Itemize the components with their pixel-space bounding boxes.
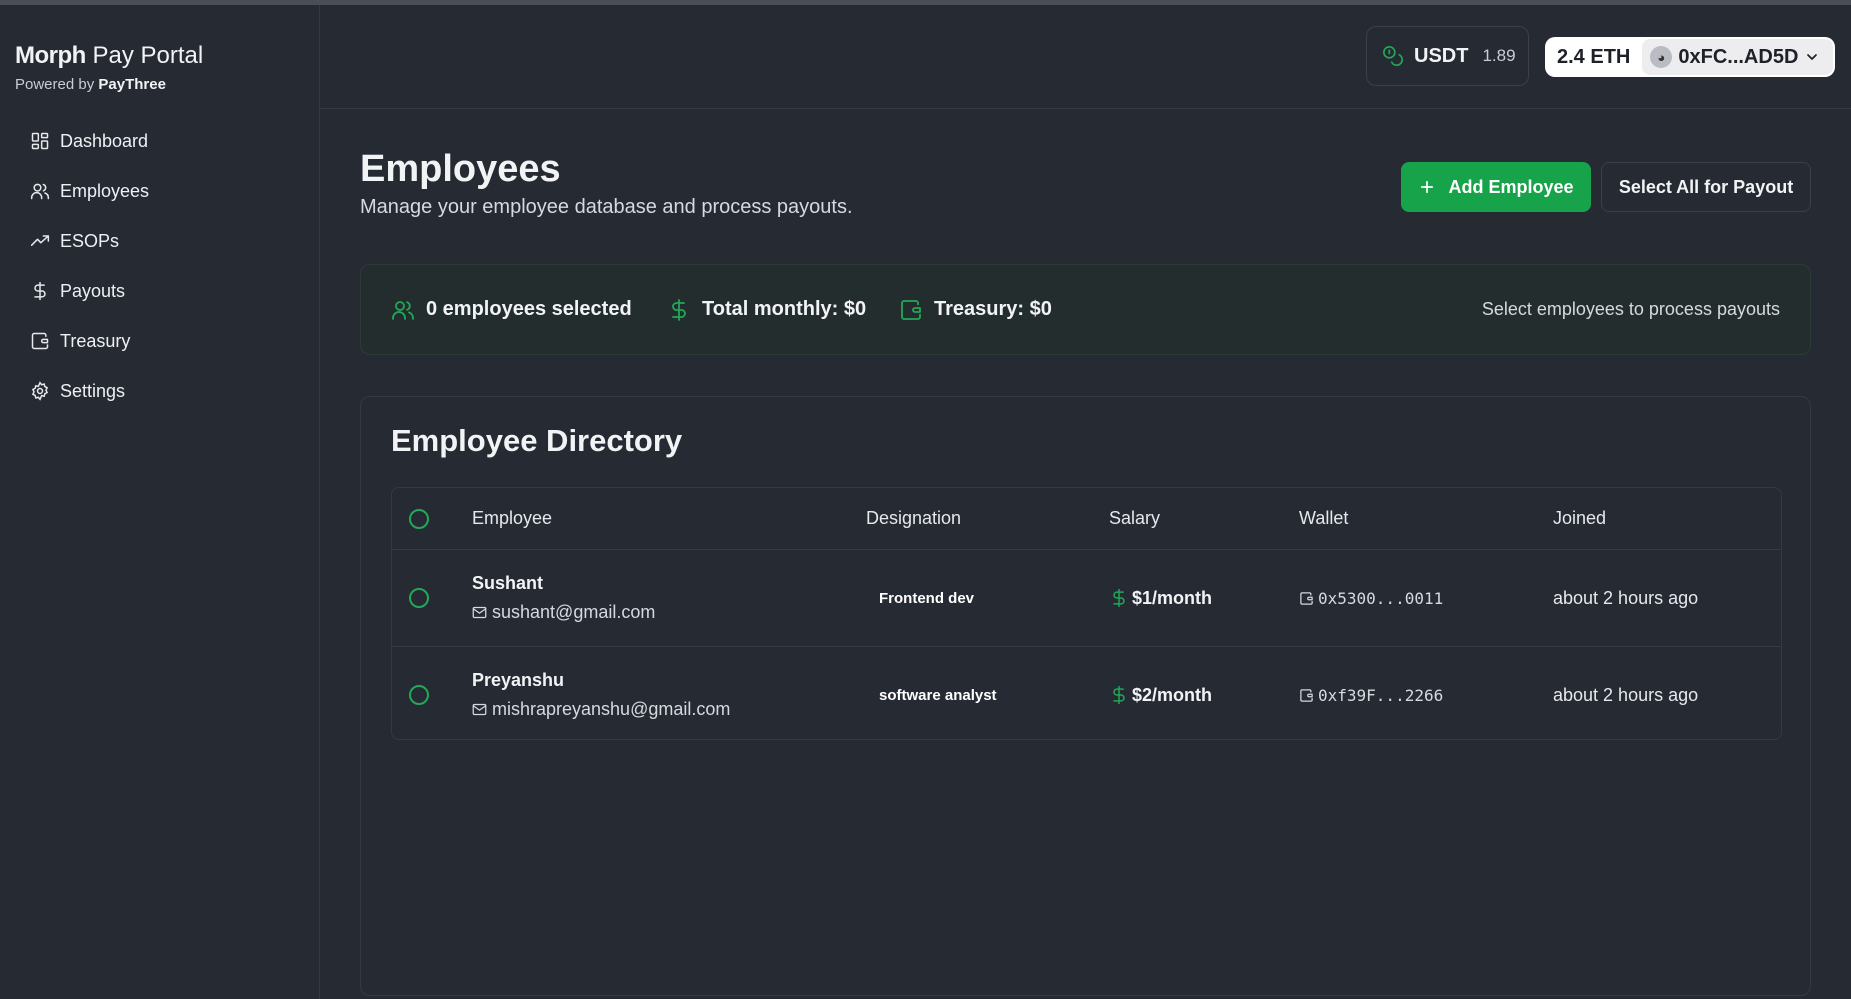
- employee-cell: Preyanshu mishrapreyanshu@gmail.com: [472, 647, 730, 743]
- wallet-icon: [1300, 688, 1313, 702]
- employee-email: sushant@gmail.com: [472, 602, 655, 623]
- row-checkbox[interactable]: [409, 588, 429, 608]
- employee-name: Sushant: [472, 573, 544, 593]
- payout-summary-bar: 0 employees selected Total monthly: $0 T…: [360, 264, 1811, 355]
- total-monthly: Total monthly: $0: [667, 265, 866, 354]
- dollar-icon: [672, 298, 686, 321]
- table-row[interactable]: Preyanshu mishrapreyanshu@gmail.com soft…: [392, 647, 1781, 743]
- add-employee-button[interactable]: Add Employee: [1401, 162, 1591, 212]
- column-header-salary[interactable]: Salary: [1109, 488, 1160, 549]
- app-title-bold: Morph: [15, 42, 86, 69]
- sidebar-item-esops[interactable]: ESOPs: [16, 221, 306, 261]
- powered-by-name: PayThree: [98, 76, 166, 93]
- topbar: USDT 1.89 2.4 ETH ◕ 0xFC...AD5D: [320, 5, 1851, 109]
- dollar-icon: [34, 281, 46, 301]
- joined-cell: about 2 hours ago: [1553, 587, 1699, 608]
- brand: Morph Pay Portal Powered by PayThree: [15, 41, 203, 93]
- row-checkbox[interactable]: [409, 685, 429, 705]
- employee-table: Employee Designation Salary Wallet Joine…: [391, 487, 1782, 740]
- treasury-balance: Treasury: $0: [899, 265, 1052, 354]
- table-header: Employee Designation Salary Wallet Joine…: [392, 488, 1781, 550]
- select-all-cell: [409, 488, 429, 549]
- salary-text: $2/month: [1132, 684, 1213, 705]
- select-all-checkbox[interactable]: [409, 508, 429, 529]
- sidebar-item-dashboard[interactable]: Dashboard: [16, 121, 306, 161]
- employee-email-text: sushant@gmail.com: [492, 602, 656, 622]
- salary-cell: $2/month: [1109, 647, 1212, 743]
- wallet-connect-button[interactable]: 2.4 ETH ◕ 0xFC...AD5D: [1545, 37, 1835, 77]
- app-title[interactable]: Morph Pay Portal: [15, 41, 203, 71]
- mail-icon: [472, 703, 487, 716]
- chevron-down-icon: [1807, 54, 1818, 60]
- token-balance-pill[interactable]: USDT 1.89: [1366, 26, 1529, 86]
- wallet-icon: [1300, 591, 1313, 605]
- dollar-icon: [1113, 588, 1125, 608]
- page-title: Employees: [360, 148, 561, 190]
- trending-up-icon: [30, 235, 50, 246]
- account-address: 0xFC...AD5D: [1678, 45, 1799, 68]
- treasury-balance-text: Treasury: $0: [934, 298, 1052, 320]
- total-monthly-text: Total monthly: $0: [702, 298, 867, 320]
- column-header-wallet[interactable]: Wallet: [1299, 488, 1348, 549]
- users-icon: [392, 300, 414, 320]
- sidebar-item-label: Employees: [60, 180, 150, 201]
- row-select-cell: [409, 647, 429, 743]
- column-header-employee[interactable]: Employee: [472, 488, 552, 549]
- column-header-designation[interactable]: Designation: [866, 488, 961, 549]
- wallet-cell: 0xf39F...2266: [1299, 647, 1443, 743]
- sidebar-item-label: Dashboard: [60, 130, 149, 151]
- sidebar-nav: Dashboard Employees ESOPs Payouts Treasu…: [16, 121, 306, 421]
- employee-email-text: mishrapreyanshu@gmail.com: [492, 699, 731, 719]
- directory-title: Employee Directory: [391, 423, 683, 458]
- salary-text: $1/month: [1132, 587, 1213, 608]
- powered-by-prefix: Powered by: [15, 76, 99, 93]
- app-title-rest: Pay Portal: [85, 42, 204, 69]
- mail-icon: [472, 606, 487, 619]
- salary-cell: $1/month: [1109, 550, 1212, 646]
- sidebar: Morph Pay Portal Powered by PayThree Das…: [0, 5, 320, 999]
- sidebar-item-settings[interactable]: Settings: [16, 371, 306, 411]
- payout-hint: Select employees to process payouts: [1481, 299, 1780, 319]
- sidebar-item-employees[interactable]: Employees: [16, 171, 306, 211]
- gear-icon: [31, 381, 49, 401]
- sidebar-item-label: Treasury: [60, 330, 131, 351]
- dollar-icon: [1113, 685, 1125, 705]
- wallet-icon: [31, 332, 49, 350]
- account-button[interactable]: ◕ 0xFC...AD5D: [1642, 39, 1833, 75]
- selected-count: 0 employees selected: [391, 265, 632, 354]
- employee-name: Preyanshu: [472, 670, 565, 690]
- employee-email: mishrapreyanshu@gmail.com: [472, 699, 730, 720]
- avatar: ◕: [1650, 46, 1673, 68]
- joined-cell: about 2 hours ago: [1553, 684, 1699, 705]
- designation-badge: Frontend dev: [879, 589, 975, 607]
- table-row[interactable]: Sushant sushant@gmail.com Frontend dev $…: [392, 550, 1781, 647]
- row-select-cell: [409, 550, 429, 646]
- token-balance: 1.89: [1482, 46, 1516, 65]
- plus-icon: [1421, 180, 1434, 194]
- wallet-icon: [901, 299, 921, 320]
- designation-badge: software analyst: [879, 686, 997, 704]
- sidebar-item-payouts[interactable]: Payouts: [16, 271, 306, 311]
- selected-count-text: 0 employees selected: [426, 298, 632, 320]
- sidebar-item-treasury[interactable]: Treasury: [16, 321, 306, 361]
- powered-by: Powered by PayThree: [15, 76, 203, 93]
- sidebar-item-label: Settings: [60, 380, 126, 401]
- wallet-address[interactable]: 0x5300...0011: [1318, 589, 1443, 608]
- sidebar-item-label: Payouts: [60, 280, 126, 301]
- wallet-address[interactable]: 0xf39F...2266: [1318, 686, 1443, 705]
- employee-cell: Sushant sushant@gmail.com: [472, 550, 655, 646]
- column-header-joined[interactable]: Joined: [1553, 488, 1606, 549]
- employee-directory-card: Employee Directory Employee Designation …: [360, 396, 1811, 996]
- wallet-cell: 0x5300...0011: [1299, 550, 1443, 646]
- select-all-payout-button[interactable]: Select All for Payout: [1601, 162, 1811, 212]
- coins-icon: [1383, 46, 1403, 66]
- token-label: USDT: [1414, 44, 1469, 67]
- users-icon: [30, 183, 50, 200]
- page-subtitle: Manage your employee database and proces…: [360, 196, 853, 218]
- eth-balance: 2.4 ETH: [1557, 45, 1631, 68]
- grid-icon: [31, 132, 49, 150]
- add-employee-label: Add Employee: [1448, 176, 1574, 197]
- sidebar-item-label: ESOPs: [60, 230, 120, 251]
